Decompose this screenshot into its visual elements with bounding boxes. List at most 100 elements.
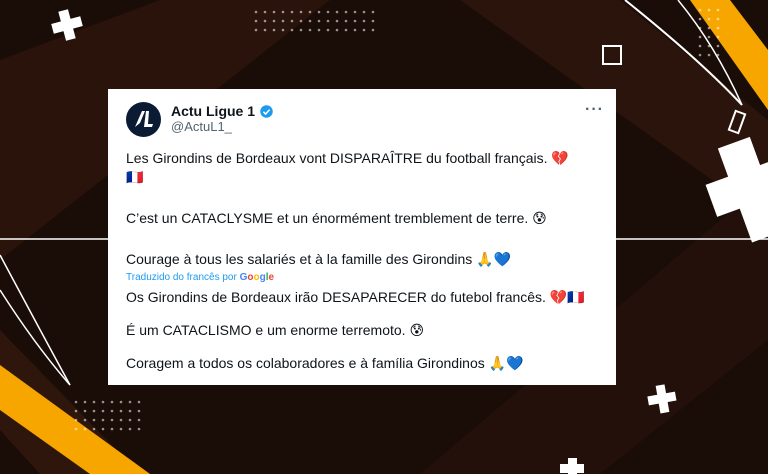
decor-dot: [263, 19, 267, 23]
decor-dot: [83, 427, 87, 431]
decor-dot: [92, 400, 96, 404]
decor-dot: [74, 400, 78, 404]
decor-dot: [707, 8, 711, 12]
decor-dot: [698, 44, 702, 48]
decor-dot: [353, 10, 357, 14]
decor-dot: [716, 8, 720, 12]
decor-dot: [317, 19, 321, 23]
decor-dot: [362, 10, 366, 14]
decor-dot: [335, 19, 339, 23]
decor-dot: [83, 418, 87, 422]
decor-dot: [326, 28, 330, 32]
decor-dot: [290, 19, 294, 23]
decor-dot: [83, 409, 87, 413]
decor-dot: [110, 409, 114, 413]
logo-icon: [134, 111, 153, 127]
decor-dot: [128, 418, 132, 422]
translation-attribution[interactable]: Traduzido do francês por Google: [126, 271, 598, 285]
decor-dot: [92, 409, 96, 413]
decor-dot: [716, 17, 720, 21]
decor-dot: [344, 19, 348, 23]
tweet-card: Actu Ligue 1 @ActuL1_ ··· Les Girondins …: [108, 89, 616, 385]
decor-dot: [308, 19, 312, 23]
name-row: Actu Ligue 1: [171, 103, 274, 119]
tweet-header: Actu Ligue 1 @ActuL1_: [126, 99, 598, 139]
decor-dot: [716, 35, 720, 39]
decor-dot: [101, 400, 105, 404]
decor-dot: [317, 10, 321, 14]
decor-dot: [272, 19, 276, 23]
decor-dot: [698, 53, 702, 57]
decor-dot: [101, 427, 105, 431]
decor-dot: [371, 28, 375, 32]
decor-dot: [137, 409, 141, 413]
author-info: Actu Ligue 1 @ActuL1_: [171, 103, 274, 135]
decor-dot: [74, 409, 78, 413]
tweet-body: Les Girondins de Bordeaux vont DISPARAÎT…: [126, 149, 598, 373]
tweet-original-line-1: Les Girondins de Bordeaux vont DISPARAÎT…: [126, 150, 569, 166]
decor-dot: [92, 427, 96, 431]
decor-dot: [128, 400, 132, 404]
decor-dot: [707, 26, 711, 30]
decor-dot: [254, 19, 258, 23]
decor-dot: [254, 28, 258, 32]
decor-dot: [101, 418, 105, 422]
decor-dot: [353, 28, 357, 32]
decor-dot: [110, 427, 114, 431]
decor-dot: [707, 44, 711, 48]
decor-dot: [317, 28, 321, 32]
decor-dot: [707, 17, 711, 21]
decor-dot: [371, 10, 375, 14]
decor-dot: [92, 418, 96, 422]
author-handle[interactable]: @ActuL1_: [171, 119, 274, 135]
decor-dot: [716, 44, 720, 48]
decor-dot: [74, 418, 78, 422]
decor-dot: [335, 10, 339, 14]
tweet-translated-line-2: É um CATACLISMO e um enorme terremoto. 😰: [126, 322, 425, 338]
decor-dot: [128, 427, 132, 431]
decor-dot: [119, 418, 123, 422]
decor-dot: [308, 28, 312, 32]
tweet-original-line-1b: 🇫🇷: [126, 169, 144, 185]
decor-dot: [353, 19, 357, 23]
decor-dot: [326, 19, 330, 23]
decor-dot: [137, 400, 141, 404]
decor-dot: [308, 10, 312, 14]
tweet-translated-line-3: Coragem a todos os colaboradores e à fam…: [126, 355, 524, 371]
decor-dot: [299, 28, 303, 32]
decor-dot: [128, 409, 132, 413]
decor-dot: [119, 409, 123, 413]
decor-dot: [290, 28, 294, 32]
decor-dot: [299, 10, 303, 14]
more-options-icon[interactable]: ···: [585, 101, 604, 119]
decor-dot: [698, 26, 702, 30]
decor-dot: [110, 418, 114, 422]
decor-dot: [281, 28, 285, 32]
decor-dot: [344, 28, 348, 32]
decor-dot: [299, 19, 303, 23]
decor-dot: [344, 10, 348, 14]
decor-dot: [290, 10, 294, 14]
decor-dot: [74, 427, 78, 431]
decor-dot: [335, 28, 339, 32]
author-name[interactable]: Actu Ligue 1: [171, 103, 255, 119]
decor-dot: [254, 10, 258, 14]
decor-dot: [137, 418, 141, 422]
decor-dot: [707, 53, 711, 57]
decor-dot: [137, 427, 141, 431]
google-logo: Google: [239, 272, 275, 283]
decor-dot: [707, 35, 711, 39]
decor-dot: [263, 10, 267, 14]
decor-dot: [110, 400, 114, 404]
tweet-original-line-3: Courage à tous les salariés et à la fami…: [126, 251, 512, 267]
decor-dot: [362, 19, 366, 23]
decor-dot: [272, 28, 276, 32]
decor-dot: [371, 19, 375, 23]
avatar[interactable]: [126, 101, 161, 137]
decor-dot: [716, 53, 720, 57]
decor-dot: [281, 19, 285, 23]
